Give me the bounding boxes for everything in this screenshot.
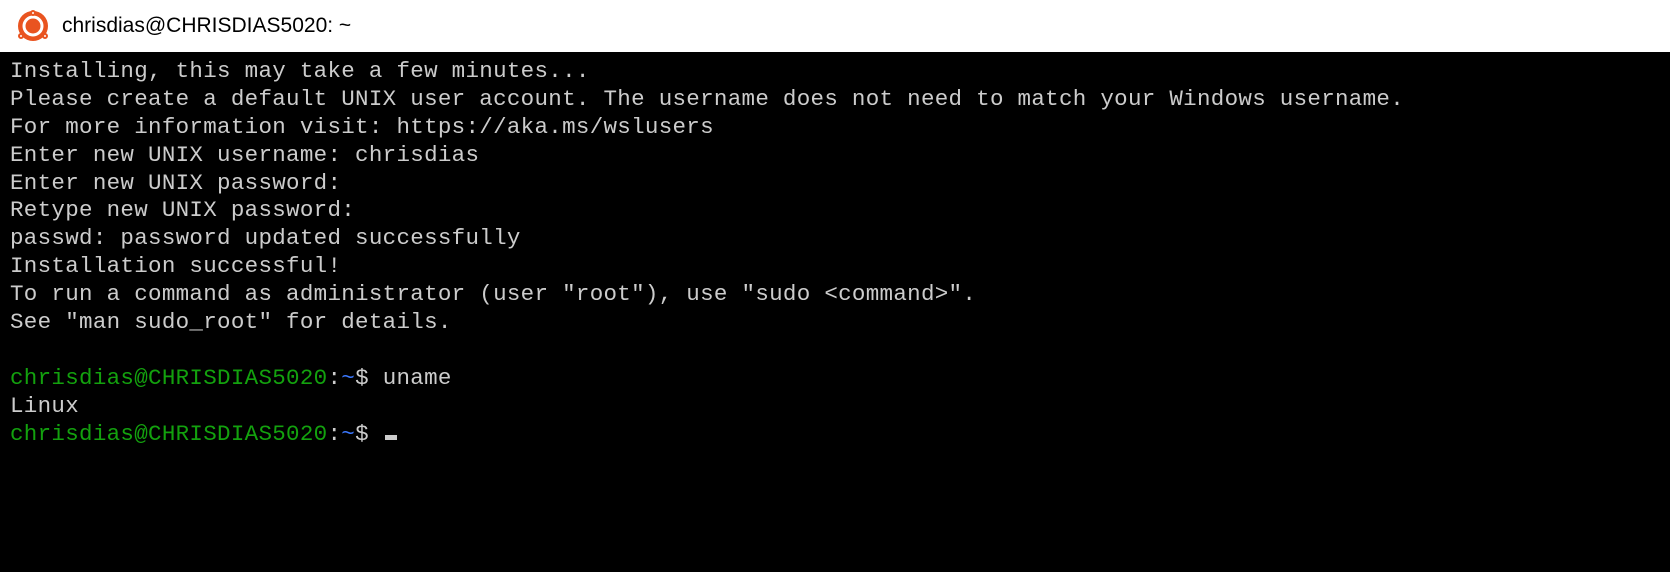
prompt-dollar: $ xyxy=(355,421,383,447)
terminal-line: Enter new UNIX username: chrisdias xyxy=(10,142,479,168)
window-title: chrisdias@CHRISDIAS5020: ~ xyxy=(62,14,351,38)
cursor xyxy=(385,435,397,440)
prompt-path: ~ xyxy=(341,421,355,447)
prompt-colon: : xyxy=(327,365,341,391)
terminal-line: passwd: password updated successfully xyxy=(10,225,521,251)
terminal-line: See "man sudo_root" for details. xyxy=(10,309,452,335)
terminal-line: Please create a default UNIX user accoun… xyxy=(10,86,1404,112)
prompt-userhost: chrisdias@CHRISDIAS5020 xyxy=(10,365,327,391)
terminal-area[interactable]: Installing, this may take a few minutes.… xyxy=(0,52,1670,572)
terminal-line: Installation successful! xyxy=(10,253,341,279)
command-output: Linux xyxy=(10,393,79,419)
terminal-line: Enter new UNIX password: xyxy=(10,170,341,196)
command-text: uname xyxy=(383,365,452,391)
terminal-line: For more information visit: https://aka.… xyxy=(10,114,714,140)
prompt-userhost: chrisdias@CHRISDIAS5020 xyxy=(10,421,327,447)
terminal-line: To run a command as administrator (user … xyxy=(10,281,976,307)
terminal-line: Installing, this may take a few minutes.… xyxy=(10,58,590,84)
terminal-line: Retype new UNIX password: xyxy=(10,197,355,223)
prompt-colon: : xyxy=(327,421,341,447)
prompt-dollar: $ xyxy=(355,365,383,391)
ubuntu-icon xyxy=(18,11,48,41)
window-titlebar[interactable]: chrisdias@CHRISDIAS5020: ~ xyxy=(0,0,1670,52)
prompt-path: ~ xyxy=(341,365,355,391)
